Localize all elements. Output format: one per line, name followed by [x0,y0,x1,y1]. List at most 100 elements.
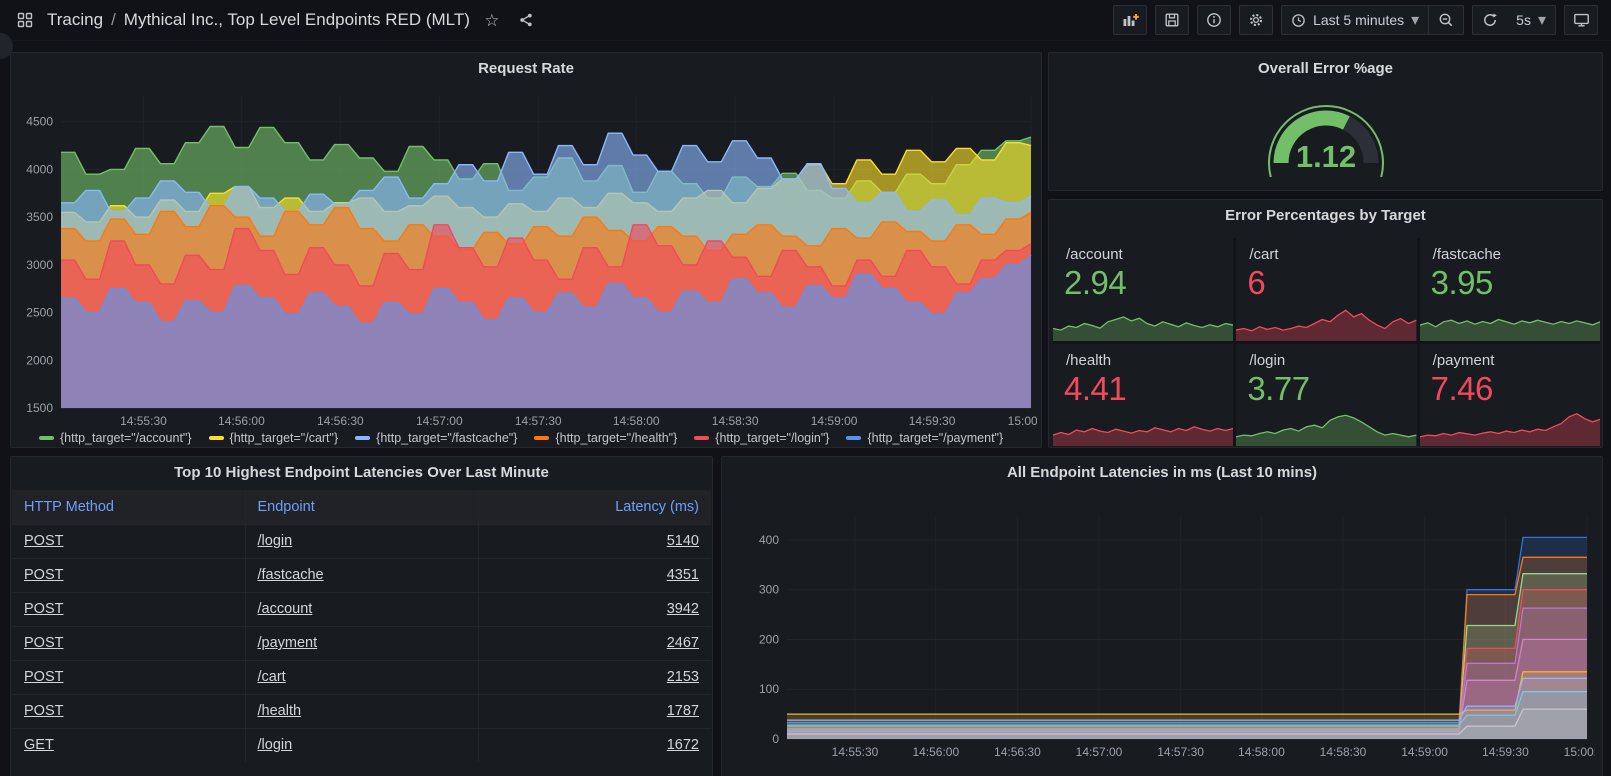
panel-title[interactable]: Overall Error %age [1049,53,1602,83]
save-dashboard-button[interactable] [1155,5,1189,35]
table-cell: /account [245,592,478,626]
svg-text:2500: 2500 [26,306,53,320]
request-rate-chart[interactable]: 150020002500300035004000450014:55:3014:5… [17,83,1037,433]
panel-title[interactable]: Error Percentages by Target [1049,200,1602,230]
table-cell: /health [245,694,478,728]
chart-legend: {http_target="/account"} {http_target="/c… [39,431,1003,445]
stat-value: 3.77 [1247,370,1309,408]
legend-item[interactable]: {http_target="/account"} [39,431,192,445]
apps-grid-icon[interactable] [13,8,37,32]
svg-text:14:57:30: 14:57:30 [515,414,562,428]
cell-link[interactable]: POST [24,567,63,583]
cell-link[interactable]: /login [258,737,293,753]
cycle-view-mode-button[interactable] [1564,5,1598,35]
panel-title[interactable]: All Endpoint Latencies in ms (Last 10 mi… [722,457,1602,487]
dashboard-title[interactable]: Mythical Inc., Top Level Endpoints RED (… [124,10,470,30]
save-icon [1164,12,1180,28]
stat-value: 2.94 [1064,264,1126,302]
cell-link[interactable]: 1672 [667,737,699,753]
svg-text:14:59:30: 14:59:30 [1482,745,1529,759]
svg-text:14:59:00: 14:59:00 [811,414,858,428]
time-range-picker[interactable]: Last 5 minutes ▾ [1282,6,1428,34]
table-row: POST/cart 2153 [12,660,711,694]
legend-swatch [694,436,709,440]
cell-link[interactable]: 5140 [667,533,699,549]
cell-link[interactable]: /payment [258,635,318,651]
cell-link[interactable]: 1787 [667,703,699,719]
cell-link[interactable]: 3942 [667,601,699,617]
cell-link[interactable]: POST [24,703,63,719]
refresh-group: 5s ▾ [1472,5,1556,35]
legend-item[interactable]: {http_target="/login"} [694,431,829,445]
cell-link[interactable]: /cart [258,669,286,685]
column-header[interactable]: HTTP Method [12,490,245,524]
panel-all-latencies: All Endpoint Latencies in ms (Last 10 mi… [721,456,1603,776]
stat-cell-payment[interactable]: /payment7.46 [1420,344,1600,447]
cell-link[interactable]: POST [24,635,63,651]
table-cell: /cart [245,660,478,694]
legend-swatch [534,436,549,440]
table-cell: 1672 [478,728,711,762]
cell-link[interactable]: /account [258,601,313,617]
stat-cell-fastcache[interactable]: /fastcache3.95 [1420,238,1600,341]
refresh-interval-picker[interactable]: 5s ▾ [1507,6,1555,34]
svg-text:15:00:00: 15:00:00 [1564,745,1595,759]
cell-link[interactable]: /login [258,533,293,549]
chevron-down-icon: ▾ [1538,10,1546,30]
stat-label: /health [1066,352,1111,369]
error-gauge: 1.12 [1049,85,1602,177]
refresh-dashboard-button[interactable] [1473,6,1507,34]
cell-link[interactable]: POST [24,533,63,549]
svg-text:14:57:00: 14:57:00 [416,414,463,428]
table-row: POST/health 1787 [12,694,711,728]
column-header[interactable]: Latency (ms) [478,490,711,524]
cell-link[interactable]: 2467 [667,635,699,651]
refresh-interval-label: 5s [1516,12,1531,28]
stat-sparkline [1236,409,1416,446]
latency-chart[interactable]: 010020030040014:55:3014:56:0014:56:3014:… [729,487,1595,776]
cell-link[interactable]: GET [24,737,54,753]
cell-link[interactable]: POST [24,601,63,617]
cell-link[interactable]: POST [24,669,63,685]
svg-text:14:58:00: 14:58:00 [613,414,660,428]
gauge-value: 1.12 [1295,139,1355,174]
svg-text:2000: 2000 [26,353,53,367]
svg-text:14:55:30: 14:55:30 [120,414,167,428]
legend-item[interactable]: {http_target="/health"} [534,431,677,445]
gear-icon [1248,12,1264,28]
table-cell: 3942 [478,592,711,626]
stat-cell-cart[interactable]: /cart6 [1236,238,1416,341]
stat-cell-account[interactable]: /account2.94 [1053,238,1233,341]
table-row: POST/account 3942 [12,592,711,626]
breadcrumb-root-link[interactable]: Tracing [47,10,103,30]
dashboard-settings-button[interactable] [1239,5,1273,35]
cell-link[interactable]: /fastcache [258,567,324,583]
stat-cell-health[interactable]: /health4.41 [1053,344,1233,447]
table-cell: 5140 [478,524,711,558]
stat-label: /account [1066,246,1123,263]
zoom-out-time-button[interactable] [1429,6,1463,34]
stat-cell-login[interactable]: /login3.77 [1236,344,1416,447]
legend-item[interactable]: {http_target="/payment"} [846,431,1003,445]
legend-item[interactable]: {http_target="/fastcache"} [355,431,517,445]
svg-text:0: 0 [772,732,779,746]
cell-link[interactable]: /health [258,703,302,719]
panel-title[interactable]: Request Rate [11,53,1041,83]
svg-text:14:55:30: 14:55:30 [832,745,879,759]
time-range-label: Last 5 minutes [1313,12,1404,28]
panel-title[interactable]: Top 10 Highest Endpoint Latencies Over L… [11,457,712,487]
add-panel-button[interactable] [1113,5,1147,35]
cell-link[interactable]: 2153 [667,669,699,685]
legend-label: {http_target="/payment"} [867,431,1003,445]
stat-grid: /account2.94/cart6/fastcache3.95/health4… [1053,238,1600,446]
legend-item[interactable]: {http_target="/cart"} [209,431,339,445]
dashboard-insights-button[interactable] [1197,5,1231,35]
share-icon[interactable] [514,8,538,32]
stat-sparkline [1236,304,1416,341]
stat-value: 7.46 [1431,370,1493,408]
stat-value: 3.95 [1431,264,1493,302]
refresh-icon [1482,12,1498,28]
column-header[interactable]: Endpoint [245,490,478,524]
favorite-star-icon[interactable]: ☆ [480,8,504,32]
cell-link[interactable]: 4351 [667,567,699,583]
